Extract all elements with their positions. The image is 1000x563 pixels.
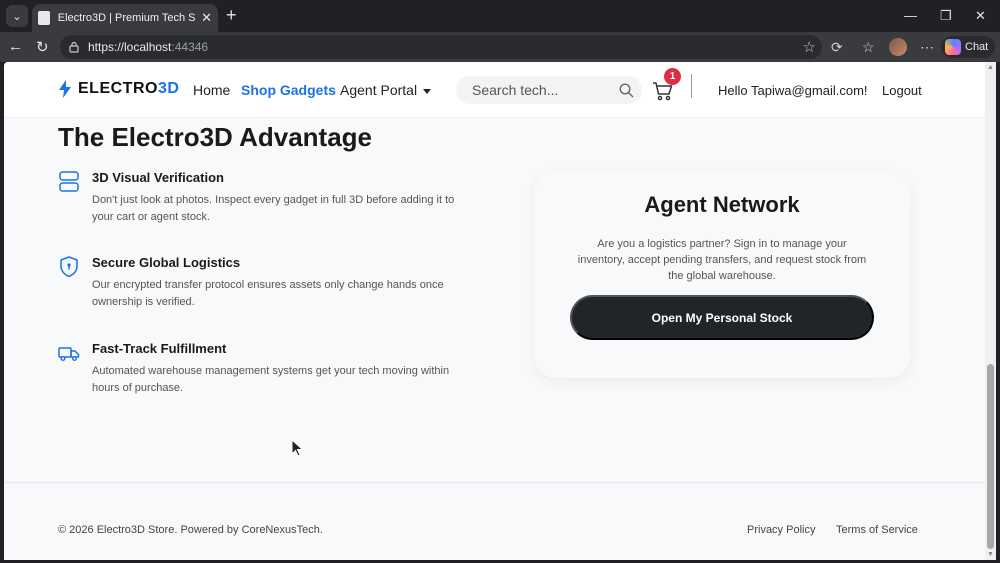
- page-scrollbar[interactable]: ▲ ▼: [985, 62, 996, 560]
- brand-logo[interactable]: ELECTRO3D: [58, 80, 179, 98]
- copilot-icon: [945, 39, 961, 55]
- copilot-chat-button[interactable]: Chat: [941, 36, 995, 58]
- search-input[interactable]: Search tech...: [456, 76, 642, 104]
- agent-card-description: Are you a logistics partner? Sign in to …: [577, 238, 867, 282]
- favorite-star-icon[interactable]: ☆: [803, 38, 816, 56]
- truck-icon: [58, 347, 80, 361]
- more-icon[interactable]: ⋯: [920, 39, 934, 56]
- site-footer: © 2026 Electro3D Store. Powered by CoreN…: [4, 482, 985, 560]
- nav-agent-portal-label: Agent Portal: [340, 82, 418, 98]
- profile-avatar[interactable]: [889, 38, 907, 56]
- mouse-cursor-icon: [291, 439, 304, 457]
- restore-icon[interactable]: ❐: [940, 8, 952, 24]
- terms-of-service-link[interactable]: Terms of Service: [836, 524, 918, 536]
- scroll-up-icon[interactable]: ▲: [987, 64, 994, 71]
- scroll-down-icon[interactable]: ▼: [987, 551, 994, 558]
- feature-description: Automated warehouse management systems g…: [92, 365, 450, 394]
- logout-link[interactable]: Logout: [882, 83, 922, 98]
- user-greeting: Hello Tapiwa@gmail.com!: [718, 83, 868, 98]
- chat-label: Chat: [965, 41, 989, 53]
- page-viewport: ELECTRO3D Home Shop Gadgets Agent Portal…: [4, 62, 985, 560]
- page-favicon-icon: [38, 11, 50, 25]
- nav-divider: [691, 74, 692, 98]
- site-navbar: ELECTRO3D Home Shop Gadgets Agent Portal…: [4, 62, 985, 118]
- search-placeholder: Search tech...: [472, 82, 559, 98]
- copyright-text: © 2026 Electro3D Store. Powered by CoreN…: [58, 524, 323, 536]
- tab-title: Electro3D | Premium Tech Store - I: [57, 12, 196, 24]
- feature-title: Fast-Track Fulfillment: [92, 341, 227, 356]
- cart-count-badge: 1: [664, 68, 681, 85]
- favorites-icon[interactable]: ☆: [862, 39, 875, 56]
- lock-icon: [69, 41, 79, 53]
- minimize-icon[interactable]: —: [904, 8, 917, 23]
- browser-tab[interactable]: Electro3D | Premium Tech Store - I ✕: [32, 4, 218, 32]
- nav-agent-portal[interactable]: Agent Portal: [340, 82, 432, 98]
- url-text: https://localhost:44346: [88, 40, 209, 54]
- tab-list-icon[interactable]: ⌄: [6, 5, 28, 27]
- server-icon: [59, 171, 79, 192]
- privacy-policy-link[interactable]: Privacy Policy: [747, 524, 815, 536]
- tab-close-icon[interactable]: ✕: [201, 10, 212, 26]
- nav-home[interactable]: Home: [193, 82, 230, 98]
- search-icon[interactable]: [619, 82, 634, 98]
- nav-shop-gadgets[interactable]: Shop Gadgets: [241, 82, 336, 98]
- lightning-icon: [59, 80, 71, 98]
- caret-down-icon: [423, 88, 432, 94]
- brand-name: ELECTRO3D: [78, 80, 180, 97]
- feature-title: 3D Visual Verification: [92, 170, 224, 185]
- section-title: The Electro3D Advantage: [58, 122, 373, 152]
- shield-lock-icon: [60, 256, 78, 278]
- feature-title: Secure Global Logistics: [92, 255, 241, 270]
- new-tab-icon[interactable]: +: [226, 5, 237, 26]
- feature-description: Don't just look at photos. Inspect every…: [92, 194, 455, 223]
- scrollbar-thumb[interactable]: [987, 364, 994, 549]
- browser-tab-bar: ⌄ Electro3D | Premium Tech Store - I ✕ +…: [0, 0, 1000, 32]
- address-bar-row: ← ↻ https://localhost:44346 ☆ ⟳ ☆ ⋯: [0, 32, 1000, 62]
- agent-card-title: Agent Network: [644, 192, 800, 217]
- agent-network-card: Agent Network Are you a logistics partne…: [534, 172, 910, 378]
- window-close-icon[interactable]: ✕: [975, 8, 986, 24]
- feature-description: Our encrypted transfer protocol ensures …: [92, 279, 444, 308]
- reload-icon[interactable]: ↻: [36, 38, 49, 56]
- open-personal-stock-button[interactable]: Open My Personal Stock: [570, 295, 874, 340]
- url-field[interactable]: https://localhost:44346 ☆: [60, 35, 822, 59]
- extensions-icon[interactable]: ⟳: [831, 39, 843, 56]
- back-icon[interactable]: ←: [8, 38, 23, 55]
